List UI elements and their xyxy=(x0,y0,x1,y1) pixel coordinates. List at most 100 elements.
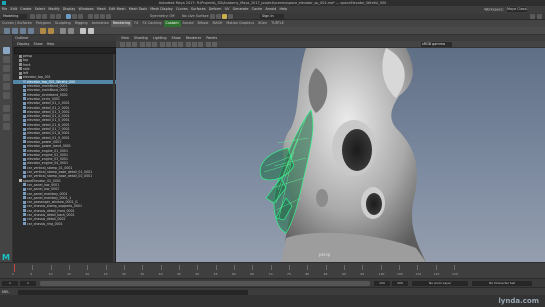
rotate-tool-icon[interactable] xyxy=(3,83,10,90)
camera-select-icon[interactable] xyxy=(120,42,125,47)
menu-curves[interactable]: Curves xyxy=(174,6,189,13)
menu-surfaces[interactable]: Surfaces xyxy=(189,6,207,13)
hypershade-icon[interactable] xyxy=(228,14,233,19)
image-plane-icon[interactable] xyxy=(140,42,145,47)
single-perspective-layout-icon[interactable] xyxy=(3,105,10,112)
shelf-tab-arnold[interactable]: Arnold xyxy=(181,20,196,27)
shelf-cylinder-icon[interactable] xyxy=(20,28,26,34)
shelf-tab-sculpting[interactable]: Sculpting xyxy=(53,20,73,27)
save-scene-icon[interactable] xyxy=(42,14,47,19)
playback-start-field[interactable]: 1 xyxy=(20,281,36,286)
shelf-material-icon[interactable] xyxy=(80,28,86,34)
attribute-editor-toggle-icon[interactable] xyxy=(537,14,542,19)
shelf-light-icon[interactable] xyxy=(40,28,46,34)
shelf-sphere-icon[interactable] xyxy=(4,28,10,34)
shelf-tab-fx-caching[interactable]: FX Caching xyxy=(140,20,163,27)
grid-toggle-icon[interactable] xyxy=(146,42,151,47)
outliner-layout-icon[interactable] xyxy=(3,123,10,130)
menu-select[interactable]: Select xyxy=(33,6,47,13)
menu-mesh-tools[interactable]: Mesh Tools xyxy=(127,6,149,13)
current-time-indicator[interactable] xyxy=(14,264,15,272)
anim-layer-select[interactable]: No Anim Layer xyxy=(412,281,468,286)
menu-deform[interactable]: Deform xyxy=(207,6,223,13)
start-time-field[interactable]: 1 xyxy=(2,281,18,286)
snap-view-icon[interactable] xyxy=(106,14,111,19)
shelf-tab-turtle[interactable]: TURTLE xyxy=(269,20,286,27)
outliner-search-input[interactable] xyxy=(14,47,116,54)
xray-icon[interactable] xyxy=(212,42,217,47)
textured-icon[interactable] xyxy=(172,42,177,47)
undo-icon[interactable] xyxy=(50,14,55,19)
shelf-tab-fx[interactable]: FX xyxy=(132,20,140,27)
shelf-tab-mash[interactable]: MASH xyxy=(210,20,224,27)
wireframe-icon[interactable] xyxy=(160,42,165,47)
end-time-field[interactable]: 200 xyxy=(392,281,408,286)
menu-file[interactable]: File xyxy=(0,6,9,13)
shelf-cube-icon[interactable] xyxy=(12,28,18,34)
select-hierarchy-icon[interactable] xyxy=(66,14,71,19)
sign-in-button[interactable]: Sign In xyxy=(260,14,284,19)
menu-uv[interactable]: UV xyxy=(223,6,231,13)
ambient-occlusion-icon[interactable] xyxy=(192,42,197,47)
workspace-select[interactable]: Maya Classic xyxy=(507,7,527,12)
move-tool-icon[interactable] xyxy=(3,74,10,81)
film-gate-icon[interactable] xyxy=(152,42,157,47)
shelf-tab-rigging[interactable]: Rigging xyxy=(73,20,90,27)
shelf-texture-icon[interactable] xyxy=(88,28,94,34)
render-settings-icon[interactable] xyxy=(222,14,227,19)
time-slider[interactable]: 1 5 10 15 20 25 30 35 40 45 50 55 60 65 70 75 80 85 90 95 10… xyxy=(0,262,545,283)
menu-edit[interactable]: Edit xyxy=(9,6,19,13)
menu-edit-mesh[interactable]: Edit Mesh xyxy=(107,6,127,13)
shelf-tab-motion-graphics[interactable]: Motion Graphics xyxy=(224,20,256,27)
outliner-scrollbar[interactable] xyxy=(113,54,115,262)
playback-end-field[interactable]: 120 xyxy=(374,281,390,286)
scale-tool-icon[interactable] xyxy=(3,92,10,99)
shelf-plane-icon[interactable] xyxy=(28,28,34,34)
ipr-render-icon[interactable] xyxy=(216,14,221,19)
channel-box-toggle-icon[interactable] xyxy=(530,14,535,19)
shelf-tab-custom[interactable]: Custom xyxy=(163,20,181,27)
live-surface-label[interactable]: No Live Surface xyxy=(182,14,209,18)
command-input[interactable] xyxy=(18,289,248,295)
shadows-icon[interactable] xyxy=(186,42,191,47)
menu-cache[interactable]: Cache xyxy=(250,6,264,13)
menu-display[interactable]: Display xyxy=(61,6,77,13)
menu-create[interactable]: Create xyxy=(19,6,33,13)
shelf-render-icon[interactable] xyxy=(60,28,66,34)
menu-set-select[interactable]: Modeling xyxy=(2,14,27,19)
smooth-shade-icon[interactable] xyxy=(166,42,171,47)
shelf-tab-polygons[interactable]: Polygons xyxy=(34,20,53,27)
range-bar[interactable] xyxy=(40,281,370,286)
bookmarks-icon[interactable] xyxy=(132,42,137,47)
render-icon[interactable] xyxy=(210,14,215,19)
four-view-layout-icon[interactable] xyxy=(3,114,10,121)
select-tool-icon[interactable] xyxy=(3,47,10,54)
lasso-tool-icon[interactable] xyxy=(3,56,10,63)
perspective-viewport[interactable]: persp xyxy=(116,48,545,262)
menu-arnold[interactable]: Arnold xyxy=(264,6,278,13)
symmetry-label[interactable]: Symmetry: Off xyxy=(150,14,175,18)
menu-mesh-display[interactable]: Mesh Display xyxy=(149,6,175,13)
snap-point-icon[interactable] xyxy=(100,14,105,19)
lights-icon[interactable] xyxy=(178,42,183,47)
character-set-select[interactable]: No Character Set xyxy=(472,281,532,286)
shelf-tab-rendering[interactable]: Rendering xyxy=(110,20,133,27)
paint-select-tool-icon[interactable] xyxy=(3,65,10,72)
new-scene-icon[interactable] xyxy=(30,14,35,19)
select-object-icon[interactable] xyxy=(72,14,77,19)
menu-help[interactable]: Help xyxy=(278,6,289,13)
select-component-icon[interactable] xyxy=(78,14,83,19)
shelf-hypershade-icon[interactable] xyxy=(68,28,74,34)
shelf-tab-xgen[interactable]: XGen xyxy=(256,20,269,27)
menu-modify[interactable]: Modify xyxy=(47,6,61,13)
open-scene-icon[interactable] xyxy=(36,14,41,19)
shelf-tab-animation[interactable]: Animation xyxy=(90,20,111,27)
menu-mesh[interactable]: Mesh xyxy=(95,6,107,13)
shelf-tab-curves-surfaces[interactable]: Curves / Surfaces xyxy=(0,20,34,27)
menu-windows[interactable]: Windows xyxy=(77,6,95,13)
snap-grid-icon[interactable] xyxy=(88,14,93,19)
redo-icon[interactable] xyxy=(56,14,61,19)
camera-attributes-icon[interactable] xyxy=(126,42,131,47)
menu-generate[interactable]: Generate xyxy=(231,6,250,13)
shelf-tab-bifrost[interactable]: Bifrost xyxy=(196,20,211,27)
